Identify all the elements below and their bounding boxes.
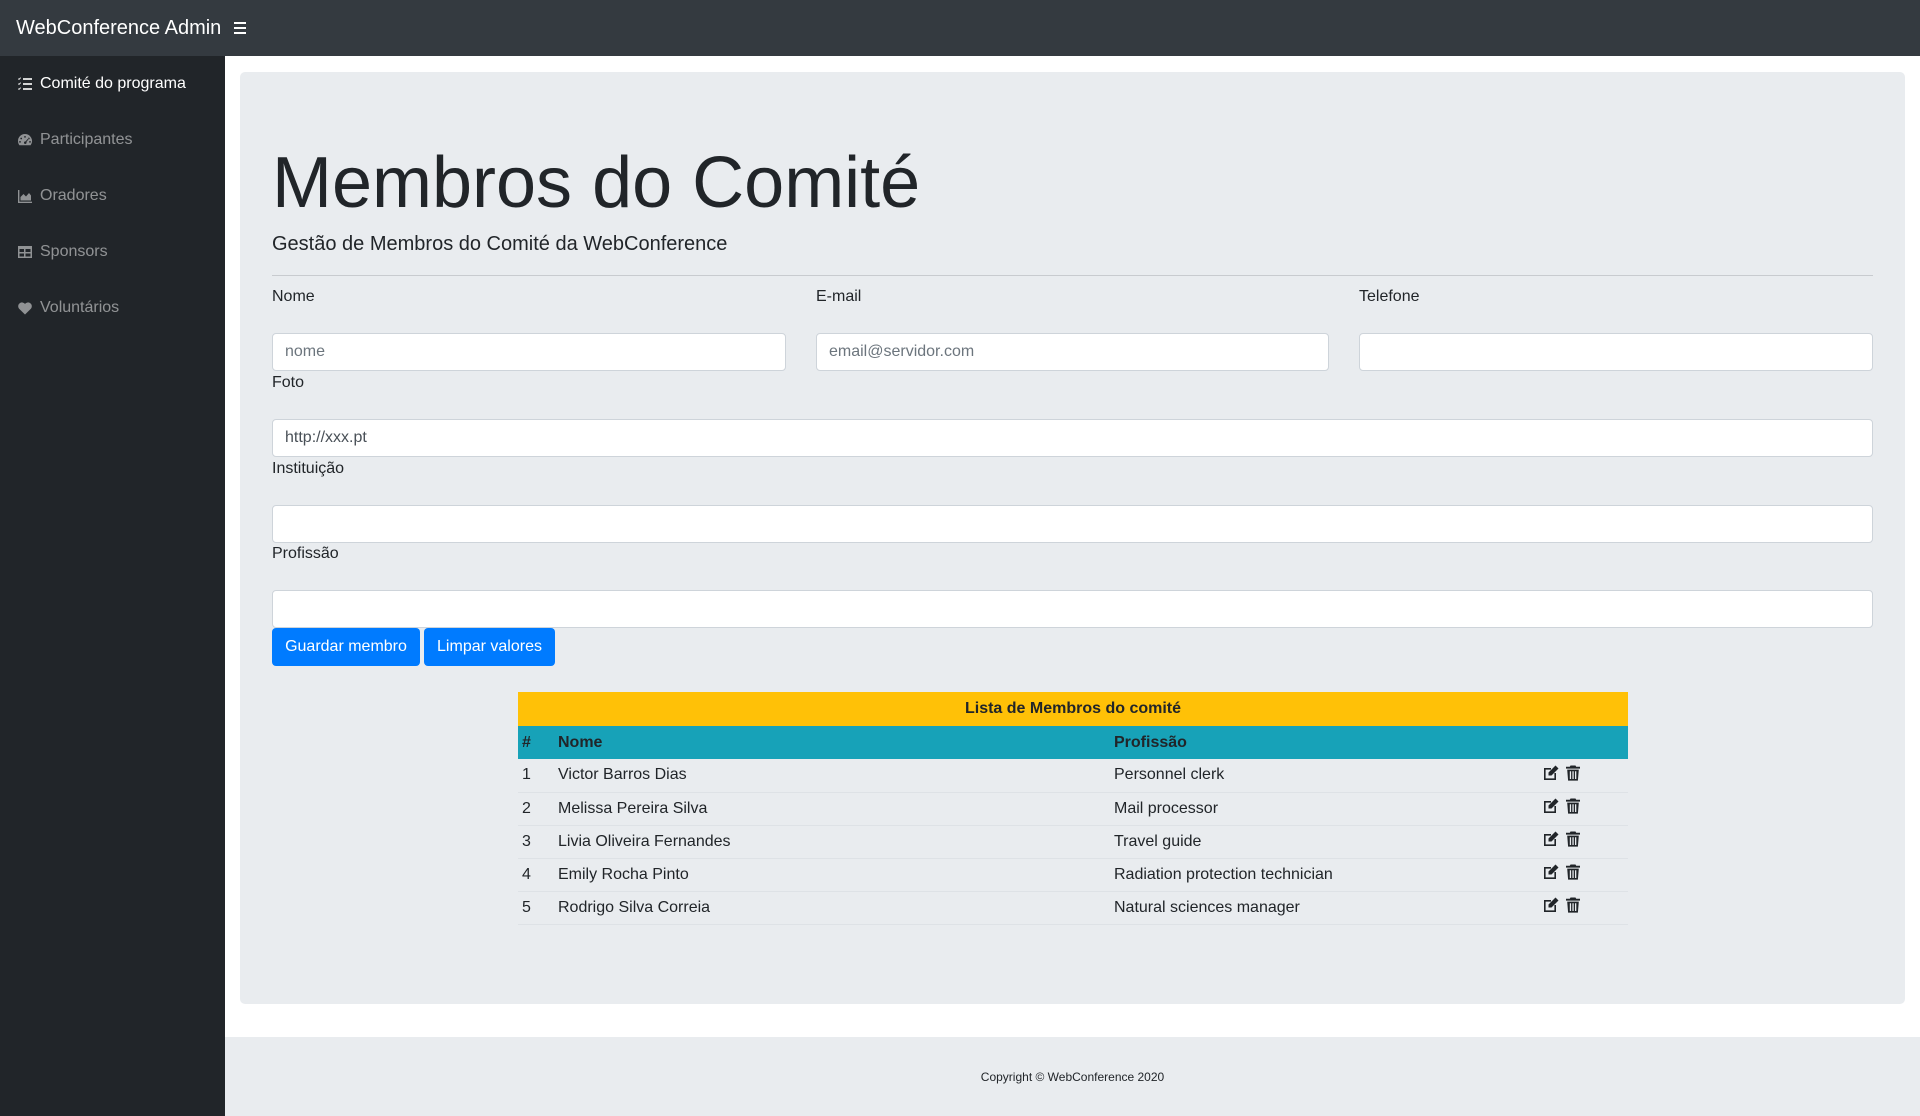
trash-icon[interactable] [1564, 863, 1582, 881]
sidebar-item-voluntarios[interactable]: Voluntários [0, 280, 225, 336]
row-nome: Rodrigo Silva Correia [558, 891, 1114, 925]
sidebar-item-label: Participantes [40, 131, 133, 148]
table-caption: Lista de Membros do comité [518, 692, 1628, 726]
column-header-number: # [518, 726, 558, 759]
edit-icon[interactable] [1542, 764, 1560, 782]
instituicao-label: Instituição [272, 460, 345, 477]
table-row: 4 Emily Rocha Pinto Radiation protection… [518, 858, 1628, 892]
sidebar-item-label: Voluntários [40, 299, 120, 316]
edit-icon[interactable] [1542, 830, 1560, 848]
dashboard-icon [16, 132, 34, 148]
divider [272, 275, 1873, 276]
trash-icon[interactable] [1564, 797, 1582, 815]
row-number: 2 [518, 792, 558, 826]
row-profissao: Travel guide [1114, 825, 1542, 859]
row-profissao: Radiation protection technician [1114, 858, 1542, 892]
sidebar-item-label: Oradores [40, 187, 107, 204]
telefone-label: Telefone [1359, 288, 1420, 305]
list-check-icon [16, 76, 34, 92]
sidebar-item-sponsors[interactable]: Sponsors [0, 224, 225, 280]
trash-icon[interactable] [1564, 764, 1582, 782]
sidebar-item-label: Comité do programa [40, 75, 186, 92]
email-label: E-mail [816, 288, 862, 305]
jumbotron: Membros do Comité Gestão de Membros do C… [240, 72, 1905, 1004]
email-input[interactable] [816, 333, 1329, 371]
table-row: 2 Melissa Pereira Silva Mail processor [518, 792, 1628, 826]
row-nome: Emily Rocha Pinto [558, 858, 1114, 892]
trash-icon[interactable] [1564, 896, 1582, 914]
column-header-nome: Nome [558, 726, 1114, 759]
copyright-text: Copyright © WebConference 2020 [980, 1069, 1165, 1084]
sidebar: Comité do programa Participantes Oradore… [0, 56, 225, 1116]
edit-icon[interactable] [1542, 797, 1560, 815]
row-number: 1 [518, 759, 558, 793]
page-subtitle: Gestão de Membros do Comité da WebConfer… [272, 233, 728, 255]
row-profissao: Natural sciences manager [1114, 891, 1542, 925]
telefone-input[interactable] [1359, 333, 1873, 371]
edit-icon[interactable] [1542, 863, 1560, 881]
footer: Copyright © WebConference 2020 [225, 1037, 1920, 1116]
foto-input[interactable] [272, 419, 1873, 457]
main-content: Membros do Comité Gestão de Membros do C… [225, 56, 1920, 1116]
members-table: Lista de Membros do comité # Nome Profis… [518, 692, 1628, 925]
page-title: Membros do Comité [272, 143, 921, 223]
menu-toggle-icon[interactable] [234, 21, 247, 36]
save-member-button[interactable]: Guardar membro [272, 628, 420, 666]
row-profissao: Personnel clerk [1114, 759, 1542, 793]
clear-values-button[interactable]: Limpar valores [424, 628, 555, 666]
table-row: 1 Victor Barros Dias Personnel clerk [518, 759, 1628, 793]
sidebar-item-comite[interactable]: Comité do programa [0, 56, 225, 112]
row-number: 4 [518, 858, 558, 892]
sidebar-item-participantes[interactable]: Participantes [0, 112, 225, 168]
sidebar-item-oradores[interactable]: Oradores [0, 168, 225, 224]
table-row: 5 Rodrigo Silva Correia Natural sciences… [518, 891, 1628, 925]
table-icon [16, 244, 34, 260]
row-number: 5 [518, 891, 558, 925]
brand-title[interactable]: WebConference Admin [16, 17, 221, 40]
foto-label: Foto [272, 374, 305, 391]
nome-label: Nome [272, 288, 315, 305]
trash-icon[interactable] [1564, 830, 1582, 848]
row-nome: Victor Barros Dias [558, 759, 1114, 793]
edit-icon[interactable] [1542, 896, 1560, 914]
nome-input[interactable] [272, 333, 786, 371]
heart-icon [16, 300, 34, 316]
column-header-actions [1542, 726, 1628, 759]
navbar: WebConference Admin [0, 0, 1920, 56]
table-row: 3 Livia Oliveira Fernandes Travel guide [518, 825, 1628, 859]
instituicao-input[interactable] [272, 505, 1873, 543]
profissao-label: Profissão [272, 545, 339, 562]
row-nome: Melissa Pereira Silva [558, 792, 1114, 826]
sidebar-item-label: Sponsors [40, 243, 108, 260]
row-profissao: Mail processor [1114, 792, 1542, 826]
column-header-profissao: Profissão [1114, 726, 1542, 759]
area-chart-icon [16, 188, 34, 204]
row-nome: Livia Oliveira Fernandes [558, 825, 1114, 859]
profissao-input[interactable] [272, 590, 1873, 628]
row-number: 3 [518, 825, 558, 859]
